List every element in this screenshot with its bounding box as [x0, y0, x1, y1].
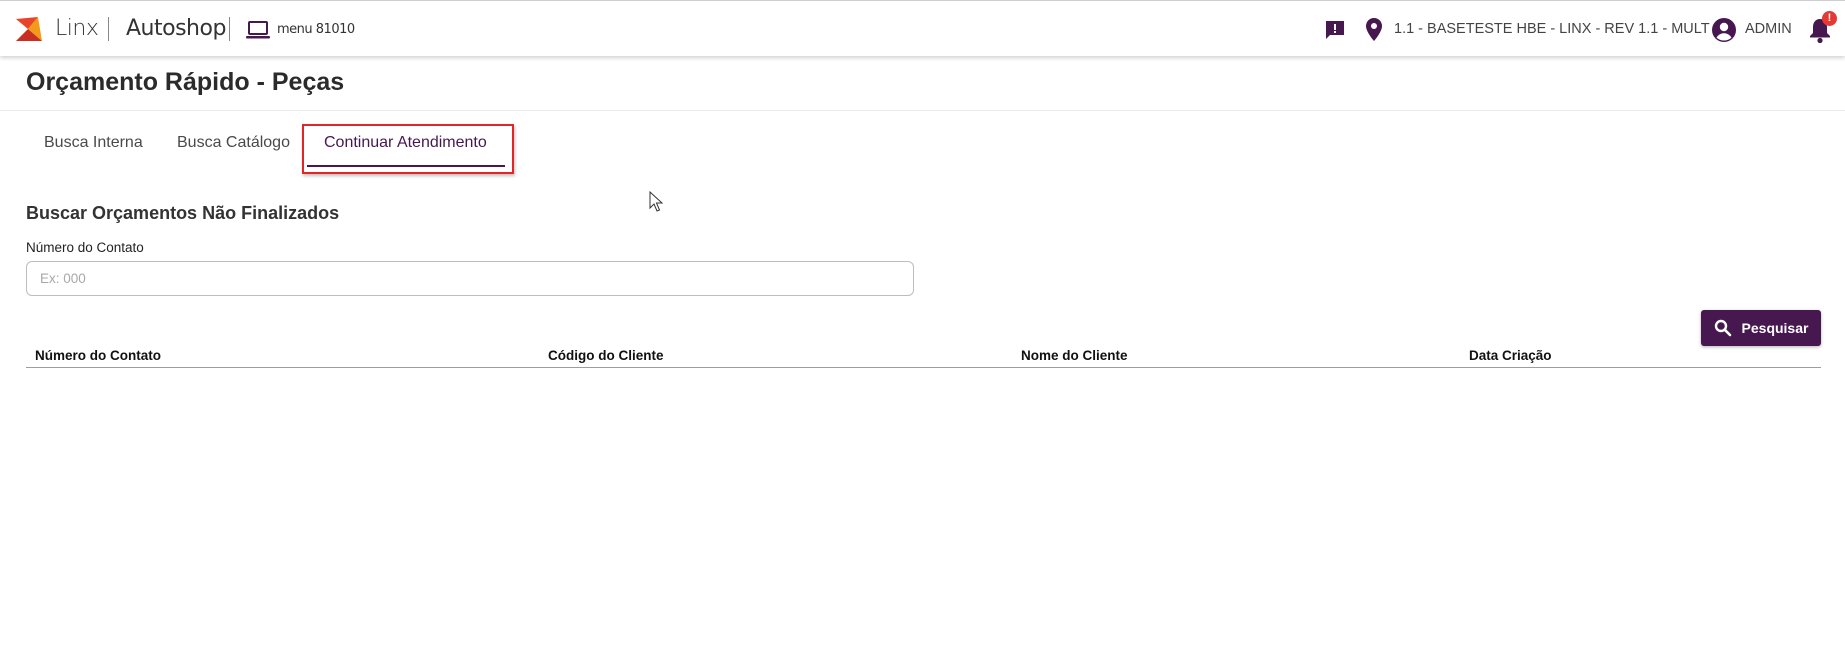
column-header-client-code[interactable]: Código do Cliente — [548, 348, 664, 363]
table-header-divider — [26, 367, 1821, 368]
column-header-creation-date[interactable]: Data Criação — [1469, 348, 1552, 363]
laptop-icon — [246, 21, 270, 39]
contact-number-label: Número do Contato — [26, 240, 144, 255]
tab-busca-catalogo[interactable]: Busca Catálogo — [177, 134, 290, 152]
search-button[interactable]: Pesquisar — [1701, 310, 1821, 346]
top-bar: Linx Autoshop menu 81010 1.1 - BASETESTE… — [0, 0, 1845, 56]
mouse-cursor — [649, 191, 663, 212]
notifications-button[interactable]: ! — [1806, 11, 1837, 45]
brand-name: Linx — [55, 16, 99, 41]
location-pin-icon — [1366, 18, 1382, 41]
chat-alert-icon[interactable] — [1323, 18, 1347, 42]
divider — [229, 17, 230, 41]
user-name[interactable]: ADMIN — [1745, 21, 1792, 37]
column-header-client-name[interactable]: Nome do Cliente — [1021, 348, 1128, 363]
tab-busca-interna[interactable]: Busca Interna — [44, 134, 143, 152]
page-title: Orçamento Rápido - Peças — [26, 68, 345, 96]
column-header-contact-number[interactable]: Número do Contato — [35, 348, 161, 363]
location-label[interactable]: 1.1 - BASETESTE HBE - LINX - REV 1.1 - M… — [1394, 21, 1710, 37]
tab-continuar-atendimento[interactable]: Continuar Atendimento — [324, 134, 487, 152]
divider — [0, 110, 1845, 111]
active-tab-indicator — [307, 165, 505, 167]
contact-number-input[interactable] — [26, 261, 914, 296]
menu-code: menu 81010 — [277, 22, 355, 37]
divider — [108, 17, 109, 41]
linx-logo-icon — [16, 17, 42, 41]
search-button-label: Pesquisar — [1741, 320, 1809, 336]
product-name: Autoshop — [126, 16, 226, 41]
notification-badge: ! — [1822, 11, 1837, 26]
section-title: Buscar Orçamentos Não Finalizados — [26, 203, 340, 223]
account-circle-icon[interactable] — [1711, 17, 1737, 43]
search-icon — [1714, 319, 1731, 337]
